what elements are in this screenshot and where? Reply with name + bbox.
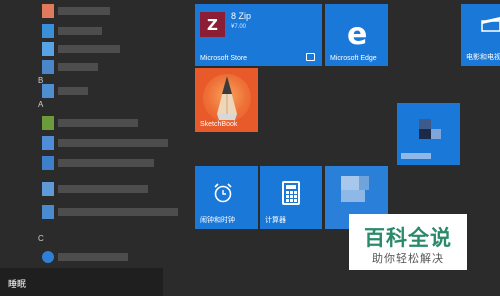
tile-alarms-clock[interactable]: 闹钟和时钟 [195, 166, 258, 229]
watermark-subtitle: 助你轻松解决 [372, 252, 444, 265]
app-label [58, 87, 88, 95]
app-label [58, 208, 178, 216]
app-label [58, 159, 154, 167]
app-icon [42, 60, 54, 74]
tile-content-block [431, 129, 441, 139]
app-icon [42, 4, 54, 18]
app-label [58, 139, 168, 147]
film-clapper-icon [481, 17, 500, 32]
list-item[interactable] [42, 250, 128, 264]
tile-label: Microsoft Store [200, 55, 248, 62]
list-item[interactable] [42, 24, 102, 38]
tile-content-block [419, 129, 431, 139]
app-icon [42, 156, 54, 170]
tile-calculator[interactable]: 计算器 [260, 166, 322, 229]
alarm-clock-icon [214, 183, 232, 203]
group-letter-a[interactable]: A [38, 100, 43, 109]
app-icon [42, 42, 54, 56]
app-icon [42, 251, 54, 263]
app-icon [42, 182, 54, 196]
watermark: 百科全说 助你轻松解决 [349, 214, 467, 270]
app-label [58, 27, 102, 35]
app-label [58, 7, 110, 15]
tile-content-block [341, 190, 365, 202]
tile-content-block [341, 176, 359, 190]
tile-label: Microsoft Edge [330, 55, 377, 62]
tile-live-blurred[interactable] [397, 103, 460, 165]
list-item[interactable] [42, 156, 154, 170]
app-icon [42, 136, 54, 150]
app-label [58, 253, 128, 261]
app-label [58, 45, 120, 53]
tile-content-block [401, 153, 431, 159]
sleep-label: 睡眠 [8, 280, 27, 290]
list-item[interactable] [42, 116, 138, 130]
list-item[interactable] [42, 60, 98, 74]
app-icon [42, 24, 54, 38]
store-bag-icon [306, 53, 315, 61]
tile-label: 电影和电视 [466, 54, 500, 61]
tile-label: 计算器 [265, 217, 286, 224]
tile-app-price: ¥7.00 [231, 24, 247, 30]
app-icon [42, 116, 54, 130]
tile-label: 闹钟和时钟 [200, 217, 235, 224]
tile-sketchbook[interactable]: SketchBook [195, 68, 258, 132]
app-label [58, 185, 148, 193]
app-icon [42, 84, 54, 98]
calculator-icon [282, 181, 300, 205]
list-item[interactable] [42, 4, 110, 18]
edge-logo-icon: e [347, 17, 368, 52]
tile-label: SketchBook [200, 121, 238, 128]
8zip-logo-icon: Z [200, 12, 225, 37]
watermark-title: 百科全说 [364, 226, 452, 250]
list-item[interactable] [42, 136, 168, 150]
list-item[interactable] [42, 84, 88, 98]
tile-movies-tv[interactable]: 电影和电视 [461, 4, 500, 66]
tile-content-block [359, 176, 369, 190]
tile-edge[interactable]: e Microsoft Edge [325, 4, 388, 66]
list-item[interactable] [42, 42, 120, 56]
tile-8zip[interactable]: Z 8 Zip ¥7.00 Microsoft Store [195, 4, 322, 66]
group-letter-c[interactable]: C [38, 234, 44, 243]
start-menu: B A C Z 8 Zip ¥7.00 Microsoft Store e Mi… [0, 0, 500, 296]
list-item[interactable] [42, 182, 148, 196]
app-label [58, 119, 138, 127]
power-menu-sleep[interactable]: 睡眠 [0, 268, 163, 296]
app-icon [42, 205, 54, 219]
pencil-icon [217, 76, 237, 120]
tile-content-block [419, 119, 431, 129]
app-list: B A C [0, 0, 190, 268]
app-label [58, 63, 98, 71]
tile-app-name: 8 Zip [231, 11, 252, 21]
list-item[interactable] [42, 205, 178, 219]
